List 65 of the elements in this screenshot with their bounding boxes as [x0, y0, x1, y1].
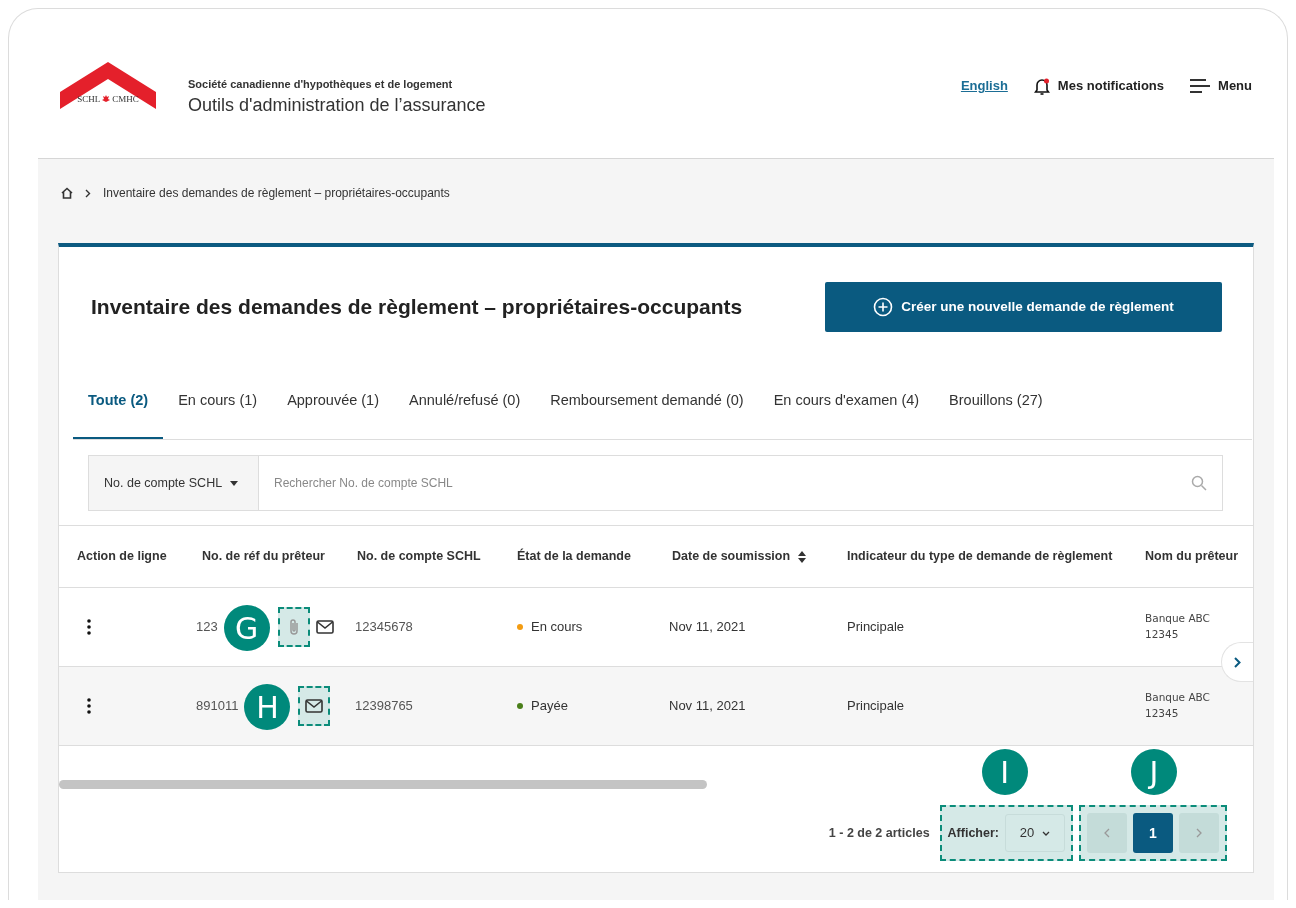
submission-date: Nov 11, 2021	[669, 619, 746, 635]
account-number: 12345678	[355, 619, 413, 635]
tab[interactable]: Toute (2)	[73, 390, 164, 439]
chevron-right-icon	[1234, 656, 1241, 668]
menu-button[interactable]: Menu	[1190, 76, 1252, 96]
status-text: Payée	[531, 697, 568, 716]
notifications-button[interactable]: Mes notifications	[1033, 76, 1165, 96]
lender-code: 12345	[1145, 706, 1180, 721]
language-link[interactable]: English	[960, 76, 1008, 96]
lender-code: 12345	[1145, 627, 1180, 642]
column-header: État de la demande	[516, 547, 632, 566]
callout-badge: J	[1131, 749, 1177, 795]
tab[interactable]: En cours d'examen (4)	[758, 390, 935, 439]
column-header[interactable]: Date de soumission	[654, 547, 829, 566]
account-number: 12398765	[355, 698, 413, 714]
lender-name: Banque ABC	[1145, 690, 1211, 706]
logo[interactable]: SCHL CMHC	[60, 62, 156, 110]
mail-icon	[315, 620, 334, 634]
lender-ref: 123	[196, 618, 218, 637]
sort-icon	[798, 550, 807, 563]
claim-type: Principale	[847, 619, 905, 635]
menu-icon	[1190, 78, 1211, 93]
home-icon[interactable]	[61, 187, 73, 199]
page-size-dropdown[interactable]: 20	[1005, 814, 1065, 852]
paperclip-icon	[288, 618, 299, 636]
tab[interactable]: En cours (1)	[163, 390, 273, 439]
caret-icon	[230, 480, 239, 486]
column-header: No. de compte SCHL	[356, 548, 482, 566]
mail-icon	[305, 699, 324, 713]
chevron-icon	[85, 188, 91, 198]
callout-badge: H	[244, 684, 291, 730]
breadcrumb-link[interactable]: Inventaire des demandes de règlement – propriétaires-occupants	[103, 184, 450, 202]
chevron-down-icon	[1042, 830, 1051, 836]
search-field[interactable]: Rechercher No. de compte SCHL	[274, 474, 1191, 492]
page-size-label: Afficher:	[947, 824, 999, 842]
column-header: Nom du prêteur	[1144, 548, 1240, 566]
column-header: Action de ligne	[76, 548, 168, 566]
tab[interactable]: Annulé/refusé (0)	[394, 390, 536, 439]
org-name: Société canadienne d'hypothèques et de logement	[188, 77, 454, 92]
app-title: Outils d'administration de l’assurance	[188, 93, 486, 117]
search-bar[interactable]: No. de compte SCHL Rechercher No. de compte SCHL	[88, 455, 1223, 511]
column-header: No. de réf du prêteur	[201, 548, 326, 566]
tab[interactable]: Remboursement demandé (0)	[535, 390, 759, 439]
chevron-right-icon	[1196, 828, 1202, 838]
lender-name: Banque ABC	[1145, 611, 1211, 627]
claim-type: Principale	[847, 698, 905, 714]
page-button[interactable]: 1	[1133, 813, 1173, 853]
lender-ref: 891011	[196, 697, 239, 716]
tab[interactable]: Approuvée (1)	[272, 390, 394, 439]
submission-date: Nov 11, 2021	[669, 698, 746, 714]
horizontal-scrollbar[interactable]	[59, 780, 707, 789]
page-title: Inventaire des demandes de règlement – propriétaires-occupants	[91, 294, 743, 321]
search-icon	[1191, 475, 1207, 491]
callout-badge: I	[981, 749, 1028, 795]
plus-circle-icon	[873, 297, 894, 317]
callout-badge: G	[223, 605, 270, 651]
create-button[interactable]: Créer une nouvelle demande de règlement	[825, 282, 1222, 332]
chevron-left-icon	[1104, 828, 1110, 838]
more-icon[interactable]	[87, 698, 91, 714]
column-header: Indicateur du type de demande de règlement	[846, 548, 1114, 566]
status-text: En cours	[531, 618, 583, 637]
filter-dropdown[interactable]: No. de compte SCHL	[89, 456, 259, 510]
tab[interactable]: Brouillons (27)	[934, 390, 1058, 439]
item-range: 1 - 2 de 2 articles	[828, 824, 930, 842]
more-icon[interactable]	[87, 619, 91, 635]
